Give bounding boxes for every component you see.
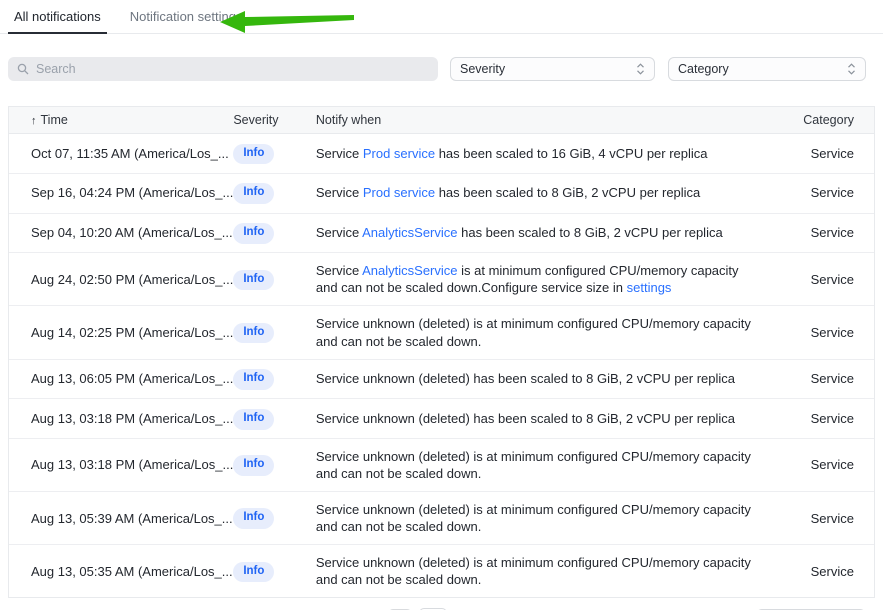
- cell-message: Service Prod service has been scaled to …: [316, 173, 771, 213]
- cell-category: Service: [771, 439, 874, 492]
- message-link[interactable]: Prod service: [363, 185, 435, 200]
- message-link[interactable]: AnalyticsService: [362, 263, 457, 278]
- cell-message: Service Prod service has been scaled to …: [316, 134, 771, 174]
- severity-badge: Info: [233, 369, 274, 390]
- cell-category: Service: [771, 399, 874, 439]
- table-row: Aug 13, 06:05 PM (America/Los_... Info S…: [9, 359, 874, 399]
- severity-badge: Info: [233, 508, 274, 529]
- severity-badge: Info: [233, 323, 274, 344]
- chevron-updown-icon: [636, 63, 645, 75]
- tab-notification-settings[interactable]: Notification settings: [124, 0, 249, 34]
- cell-time: Aug 13, 03:18 PM (America/Los_...: [9, 439, 233, 492]
- cell-time: Aug 13, 05:39 AM (America/Los_...: [9, 492, 233, 545]
- message-link[interactable]: Prod service: [363, 146, 435, 161]
- severity-badge: Info: [233, 183, 274, 204]
- severity-select[interactable]: Severity: [450, 57, 655, 81]
- severity-badge: Info: [233, 144, 274, 165]
- cell-category: Service: [771, 213, 874, 253]
- cell-message: Service unknown (deleted) has been scale…: [316, 359, 771, 399]
- tab-all-notifications[interactable]: All notifications: [8, 0, 107, 34]
- cell-message: Service unknown (deleted) is at minimum …: [316, 306, 771, 359]
- table-header-row: ↑Time Severity Notify when Category: [9, 107, 874, 134]
- category-select-label: Category: [678, 62, 729, 76]
- cell-time: Oct 07, 11:35 AM (America/Los_...: [9, 134, 233, 174]
- search-input[interactable]: [36, 62, 429, 76]
- table-row: Aug 13, 05:39 AM (America/Los_... Info S…: [9, 492, 874, 545]
- cell-message: Service unknown (deleted) is at minimum …: [316, 492, 771, 545]
- severity-badge: Info: [233, 223, 274, 244]
- category-select[interactable]: Category: [668, 57, 866, 81]
- filter-bar: Severity Category: [8, 57, 866, 81]
- column-header-severity: Severity: [233, 107, 316, 134]
- table-row: Oct 07, 11:35 AM (America/Los_... Info S…: [9, 134, 874, 174]
- search-box: [8, 57, 438, 81]
- cell-category: Service: [771, 492, 874, 545]
- message-link[interactable]: settings: [627, 280, 672, 295]
- cell-category: Service: [771, 306, 874, 359]
- column-header-notify-when: Notify when: [316, 107, 771, 134]
- cell-category: Service: [771, 173, 874, 213]
- severity-badge: Info: [233, 562, 274, 583]
- cell-message: Service unknown (deleted) is at minimum …: [316, 545, 771, 598]
- table-row: Aug 13, 03:18 PM (America/Los_... Info S…: [9, 399, 874, 439]
- cell-time: Sep 16, 04:24 PM (America/Los_...: [9, 173, 233, 213]
- cell-message: Service unknown (deleted) is at minimum …: [316, 439, 771, 492]
- table-row: Sep 04, 10:20 AM (America/Los_... Info S…: [9, 213, 874, 253]
- severity-select-label: Severity: [460, 62, 505, 76]
- table-row: Aug 13, 05:35 AM (America/Los_... Info S…: [9, 545, 874, 598]
- table-row: Sep 16, 04:24 PM (America/Los_... Info S…: [9, 173, 874, 213]
- severity-badge: Info: [233, 409, 274, 430]
- severity-badge: Info: [233, 455, 274, 476]
- cell-time: Aug 13, 06:05 PM (America/Los_...: [9, 359, 233, 399]
- cell-time: Aug 14, 02:25 PM (America/Los_...: [9, 306, 233, 359]
- cell-category: Service: [771, 134, 874, 174]
- table-body: Oct 07, 11:35 AM (America/Los_... Info S…: [9, 134, 874, 598]
- table-row: Aug 14, 02:25 PM (America/Los_... Info S…: [9, 306, 874, 359]
- cell-time: Sep 04, 10:20 AM (America/Los_...: [9, 213, 233, 253]
- cell-category: Service: [771, 359, 874, 399]
- column-header-time[interactable]: ↑Time: [9, 107, 233, 134]
- table-row: Aug 13, 03:18 PM (America/Los_... Info S…: [9, 439, 874, 492]
- cell-time: Aug 24, 02:50 PM (America/Los_...: [9, 253, 233, 306]
- table-footer: 17 rows ‹ of 2 › 10 rows: [0, 598, 883, 610]
- cell-message: Service AnalyticsService has been scaled…: [316, 213, 771, 253]
- notifications-table: ↑Time Severity Notify when Category Oct …: [8, 106, 875, 598]
- table-row: Aug 24, 02:50 PM (America/Los_... Info S…: [9, 253, 874, 306]
- cell-time: Aug 13, 03:18 PM (America/Los_...: [9, 399, 233, 439]
- cell-category: Service: [771, 545, 874, 598]
- cell-category: Service: [771, 253, 874, 306]
- tab-bar: All notifications Notification settings: [0, 0, 883, 34]
- severity-badge: Info: [233, 270, 274, 291]
- message-link[interactable]: AnalyticsService: [362, 225, 457, 240]
- cell-time: Aug 13, 05:35 AM (America/Los_...: [9, 545, 233, 598]
- column-header-category: Category: [771, 107, 874, 134]
- sort-ascending-icon: ↑: [31, 115, 37, 127]
- cell-message: Service AnalyticsService is at minimum c…: [316, 253, 771, 306]
- search-icon: [17, 63, 29, 75]
- cell-message: Service unknown (deleted) has been scale…: [316, 399, 771, 439]
- chevron-updown-icon: [847, 63, 856, 75]
